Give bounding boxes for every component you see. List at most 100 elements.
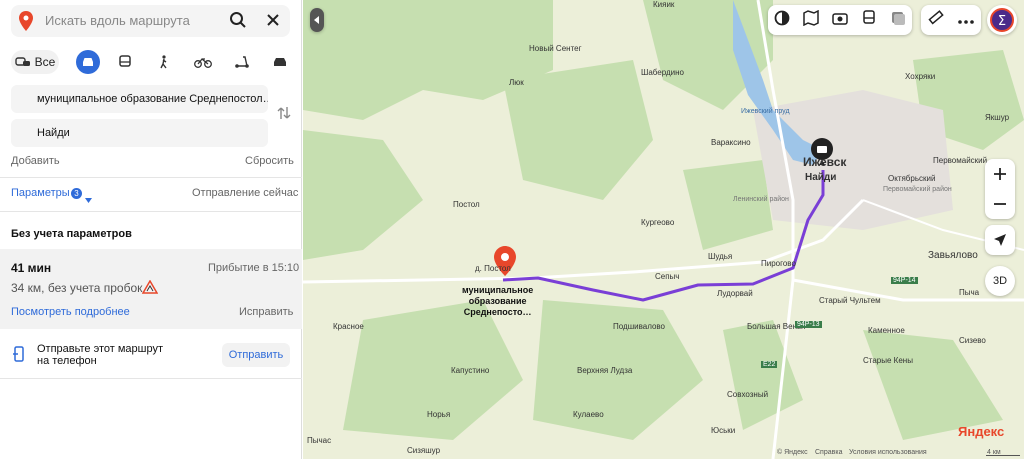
close-icon[interactable] (266, 13, 280, 32)
search-icon[interactable] (229, 11, 247, 34)
scooter-icon (235, 56, 249, 68)
mode-scooter-button[interactable] (233, 50, 251, 74)
departure-time[interactable]: Отправление сейчас (192, 187, 298, 199)
map-place-label: Сепыч (655, 272, 680, 281)
map-place-label: Первомайский (933, 156, 988, 165)
collapse-panel-button[interactable] (310, 8, 324, 32)
map-tools-toolbar (921, 5, 981, 35)
map-place-label: Красное (333, 322, 364, 331)
map-place-label: Якшур (985, 113, 1010, 122)
copyright-text: © Яндекс (777, 449, 808, 456)
divider (0, 211, 302, 212)
bicycle-icon (194, 58, 212, 68)
road-number-label: 94Р-14 (891, 277, 918, 284)
route-duration: 41 мин (11, 261, 52, 275)
mode-all-button[interactable]: Все (11, 50, 59, 74)
map-place-label: Старый Чультем (819, 296, 881, 305)
map-place-label: Шудья (708, 252, 733, 261)
mode-taxi-button[interactable] (270, 50, 290, 74)
map-place-label: Октябрьский (888, 174, 936, 183)
map-place-label: Норья (427, 410, 451, 419)
map-place-label: Сизево (959, 336, 986, 345)
map-type-icon[interactable] (803, 9, 819, 31)
start-point-label: муниципальное образование Среднепосто… (462, 285, 534, 317)
parameters-link[interactable]: Параметры (11, 187, 70, 199)
map-place-label: Лудорвай (717, 289, 753, 298)
map-place-label: Совхозный (727, 390, 769, 399)
map-place-label: Вараксино (711, 138, 751, 147)
map-place-label: Найди (805, 172, 837, 183)
map-place-label: Подшивалово (613, 322, 666, 331)
search-placeholder: Искать вдоль маршрута (45, 13, 190, 28)
traffic-layer-icon[interactable] (890, 10, 906, 31)
svg-text:Σ: Σ (998, 14, 1006, 29)
map-place-label: Люк (509, 78, 524, 87)
map-place-label: Старые Кены (863, 356, 913, 365)
car-bus-icon (14, 57, 30, 66)
route-details-link[interactable]: Посмотреть подробнее (11, 306, 130, 318)
chevron-left-icon (314, 16, 319, 24)
route-to-field[interactable]: Найди (11, 119, 268, 147)
map-place-label: Ижевск (803, 155, 847, 169)
map-place-label: Пыча (959, 288, 980, 297)
car-icon (83, 58, 93, 66)
mode-car-button[interactable] (76, 50, 100, 74)
panorama-icon[interactable] (832, 10, 848, 31)
chevron-down-icon[interactable] (85, 190, 92, 208)
send-to-phone-text-line1: Отправьте этот маршрут (37, 343, 164, 355)
map-place-label: д. Постол (475, 264, 511, 273)
map-place-label: Ленинский район (733, 196, 789, 203)
route-search-field[interactable]: Искать вдоль маршрута (11, 5, 290, 37)
map-place-label: Пироговo (761, 259, 797, 268)
send-to-phone-text-line2: на телефон (37, 355, 97, 367)
avatar-icon: Σ (990, 8, 1014, 32)
road-number-label: 94Р-13 (795, 321, 822, 328)
route-distance: 34 км, без учета пробок (11, 281, 143, 295)
zoom-out-icon[interactable] (994, 189, 1006, 219)
map-place-label: Пычас (307, 436, 332, 445)
help-link[interactable]: Справка (815, 449, 842, 456)
warning-icon (141, 279, 159, 299)
transport-mode-bar: Все (11, 50, 295, 74)
location-arrow-icon (994, 234, 1006, 246)
user-avatar-button[interactable]: Σ (987, 5, 1017, 35)
bus-icon (119, 55, 131, 67)
transit-layer-icon[interactable] (861, 9, 877, 31)
taxi-icon (274, 58, 286, 66)
swap-icon[interactable] (277, 105, 291, 126)
map-place-label: Хохряки (905, 72, 936, 81)
yandex-pin-icon (19, 11, 33, 36)
map-place-label: Верхняя Лудза (577, 366, 633, 375)
reset-route-link[interactable]: Сбросить (245, 155, 294, 167)
mode-bike-button[interactable] (193, 50, 213, 74)
map-place-label: Кияик (653, 0, 675, 9)
map-place-label: Завьялово (928, 250, 978, 261)
map-place-label: Первомайский район (883, 186, 952, 193)
phone-icon (13, 346, 25, 367)
map-canvas[interactable]: муниципальное образование Среднепосто… Кия… (303, 0, 1024, 459)
send-button[interactable]: Отправить (222, 343, 290, 367)
3d-view-button[interactable]: 3D (985, 266, 1015, 296)
add-point-link[interactable]: Добавить (11, 155, 60, 167)
my-location-button[interactable] (985, 225, 1015, 255)
zoom-in-icon[interactable] (994, 159, 1006, 189)
road-number-label: Е22 (761, 361, 778, 368)
route-option-card[interactable]: 41 мин Прибытие в 15:10 34 км, без учета… (0, 249, 302, 329)
more-icon[interactable] (958, 11, 974, 29)
mode-walk-button[interactable] (156, 50, 172, 74)
divider (0, 378, 302, 379)
map-place-label: Кургеово (641, 218, 675, 227)
mode-transit-button[interactable] (117, 50, 133, 74)
map-place-label: Каменное (868, 326, 905, 335)
terms-link[interactable]: Условия использования (849, 449, 927, 456)
route-from-field[interactable]: муниципальное образование Среднепостол… (11, 85, 268, 113)
map-place-label: Новый Сентег (529, 44, 582, 53)
map-place-label: Шабердино (641, 68, 684, 77)
layers-icon[interactable] (774, 10, 790, 31)
mode-all-label: Все (34, 55, 56, 69)
report-error-link[interactable]: Исправить (239, 306, 293, 318)
ruler-icon[interactable] (928, 9, 944, 31)
map-place-label: Ижевский пруд (741, 108, 790, 115)
map-place-label: Постол (453, 200, 480, 209)
divider (0, 177, 302, 178)
